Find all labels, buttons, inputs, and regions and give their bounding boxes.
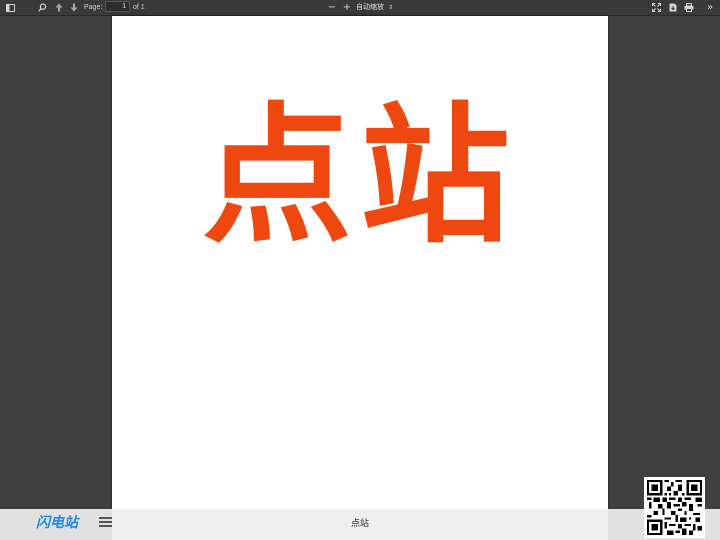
sidebar-toggle-icon[interactable] xyxy=(4,2,16,13)
page-number-input[interactable] xyxy=(105,1,130,12)
tools-icon[interactable]: » xyxy=(704,2,716,13)
zoom-out-icon[interactable]: − xyxy=(326,2,338,13)
print-icon[interactable] xyxy=(683,2,695,13)
qr-code-icon xyxy=(644,477,705,538)
page-label: Page: xyxy=(84,4,103,11)
brand-logo[interactable]: 闪电站 xyxy=(36,513,78,533)
bottom-bar: 闪电站 点站 xyxy=(0,509,720,540)
next-page-icon[interactable] xyxy=(68,2,80,13)
page-total: of 1 xyxy=(133,4,145,11)
search-icon[interactable] xyxy=(36,2,48,13)
bottom-title: 点站 xyxy=(350,519,369,529)
chevron-updown-icon: ⇕ xyxy=(388,4,394,11)
pdf-page: 点站 xyxy=(112,16,608,540)
zoom-select[interactable]: 自动缩放 ⇕ xyxy=(356,2,398,13)
menu-icon[interactable] xyxy=(99,517,112,529)
pdf-toolbar: Page: of 1 − + 自动缩放 ⇕ » xyxy=(0,0,720,16)
presentation-mode-icon[interactable] xyxy=(650,2,662,13)
download-icon[interactable] xyxy=(667,2,679,13)
previous-page-icon[interactable] xyxy=(53,2,65,13)
zoom-in-icon[interactable]: + xyxy=(341,2,353,13)
document-viewer[interactable]: 点站 xyxy=(0,16,720,540)
zoom-select-value: 自动缩放 xyxy=(356,3,384,11)
page-heading: 点站 xyxy=(201,90,518,264)
